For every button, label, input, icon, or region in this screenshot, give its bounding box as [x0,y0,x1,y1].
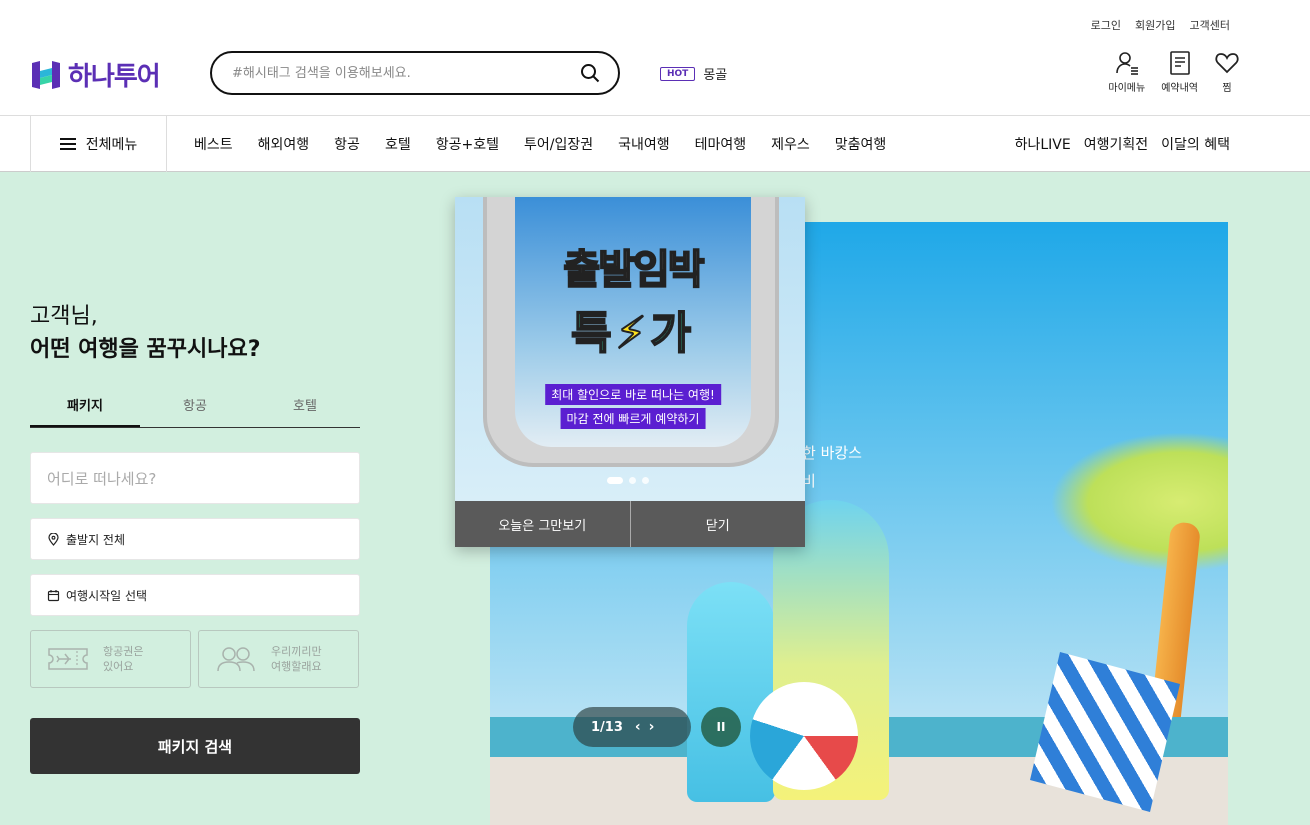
tab-package[interactable]: 패키지 [30,388,140,427]
popup-title-line1: 출발임박 [562,246,705,294]
nav-item-custom[interactable]: 맞춤여행 [835,134,887,154]
wishlist-button[interactable]: 찜 [1214,50,1240,94]
option-private-trip[interactable]: 우리끼리만 여행할래요 [198,630,359,688]
nav-item-monthly-benefits[interactable]: 이달의 혜택 [1161,134,1230,154]
hero-text-line1: 한 바캉스 [802,444,862,462]
logo[interactable]: 하나투어 [30,56,161,93]
nav-item-flight-hotel[interactable]: 항공+호텔 [436,134,499,154]
option-has-ticket-line2: 있어요 [103,660,134,673]
reservation-label: 예약내역 [1161,83,1198,94]
my-menu-label: 마이메뉴 [1108,83,1146,94]
package-search-button[interactable]: 패키지 검색 [30,718,360,774]
nav-item-theme[interactable]: 테마여행 [695,134,747,154]
popup-dot[interactable] [607,477,623,484]
chevron-right-icon[interactable]: › [649,719,655,735]
popup-buttons: 오늘은 그만보기 닫기 [455,501,805,547]
logo-text: 하나투어 [68,62,161,92]
start-date-field[interactable]: 여행시작일 선택 [30,574,360,616]
greeting-line2: 어떤 여행을 꿈꾸시나요? [30,337,261,362]
departure-text: 출발지 전체 [66,532,126,547]
nav-item-best[interactable]: 베스트 [194,134,233,154]
search-bar[interactable] [210,51,620,95]
slide-indicator: 1/13 [591,719,623,735]
nav-item-overseas[interactable]: 해외여행 [258,134,310,154]
hot-keyword-text[interactable]: 몽골 [703,64,727,83]
search-icon[interactable] [580,63,600,83]
palm-leaves-image [1050,432,1228,572]
nav-item-hana-live[interactable]: 하나LIVE [1015,134,1071,154]
tab-hotel[interactable]: 호텔 [250,388,360,427]
hero-text: 한 바캉스 비 [802,439,862,495]
popup-title-char1: 특 [570,307,616,360]
popup-image[interactable]: 출발임박 특⚡가 최대 할인으로 바로 떠나는 여행! 마감 전에 빠르게 예약… [455,197,805,501]
nav-item-promotions[interactable]: 여행기획전 [1084,134,1148,154]
nav-item-hotel[interactable]: 호텔 [385,134,411,154]
option-has-ticket-text: 항공권은 있어요 [103,644,143,674]
nav-item-domestic[interactable]: 국내여행 [618,134,670,154]
signup-link[interactable]: 회원가입 [1135,17,1175,33]
location-pin-icon [48,532,59,546]
customer-center-link[interactable]: 고객센터 [1190,17,1230,33]
search-input[interactable] [232,65,580,81]
hot-keyword[interactable]: HOT 몽골 [660,64,727,83]
greeting-line1: 고객님, [30,304,98,329]
departure-field[interactable]: 출발지 전체 [30,518,360,560]
pause-button[interactable]: II [701,707,741,747]
promo-popup: 출발임박 특⚡가 최대 할인으로 바로 떠나는 여행! 마감 전에 빠르게 예약… [455,197,805,547]
header-icon-group: 마이메뉴 예약내역 찜 [1108,50,1240,94]
nav-item-flight[interactable]: 항공 [334,134,360,154]
hide-today-button[interactable]: 오늘은 그만보기 [455,501,631,547]
popup-line1: 최대 할인으로 바로 떠나는 여행! [545,384,721,405]
login-link[interactable]: 로그인 [1091,17,1121,33]
popup-title-line2: 특⚡가 [531,297,735,361]
option-has-ticket-line1: 항공권은 [103,645,144,658]
nav-right-items: 하나LIVE 여행기획전 이달의 혜택 [1015,116,1230,172]
chevron-left-icon[interactable]: ‹ [635,719,641,735]
user-menu-icon [1115,52,1138,75]
beach-ball-image [750,682,858,790]
close-button[interactable]: 닫기 [630,501,805,547]
popup-dot[interactable] [629,477,636,484]
slide-arrows: ‹ › [635,719,655,735]
popup-pagination [607,477,649,484]
heart-icon [1215,53,1239,74]
greeting: 고객님, 어떤 여행을 꿈꾸시나요? [30,300,260,366]
hamburger-icon [59,138,76,150]
reservation-button[interactable]: 예약내역 [1161,50,1198,94]
option-has-ticket[interactable]: 항공권은 있어요 [30,630,191,688]
popup-title-char2: 가 [649,307,695,360]
hanatour-logo-icon [32,60,60,89]
all-menu-label: 전체메뉴 [85,137,138,153]
option-private-trip-line2: 여행할래요 [271,660,322,673]
start-date-text: 여행시작일 선택 [66,588,148,603]
search-tabs: 패키지 항공 호텔 [30,388,360,428]
document-icon [1169,51,1190,75]
group-icon [217,647,255,672]
nav-item-tour-ticket[interactable]: 투어/입장권 [524,134,593,154]
option-private-trip-text: 우리끼리만 여행할래요 [271,644,322,674]
ticket-icon [48,648,88,670]
wishlist-label: 찜 [1222,83,1232,94]
main-section: 고객님, 어떤 여행을 꿈꾸시나요? 패키지 항공 호텔 어디로 떠나세요? 출… [0,172,1310,825]
my-menu-button[interactable]: 마이메뉴 [1108,50,1145,94]
pause-icon: II [716,720,726,734]
popup-line2: 마감 전에 빠르게 예약하기 [560,408,706,429]
utility-links: 로그인 회원가입 고객센터 [1091,17,1230,33]
tab-flight[interactable]: 항공 [140,388,250,427]
nav-items: 베스트 해외여행 항공 호텔 항공+호텔 투어/입장권 국내여행 테마여행 제우… [194,116,886,172]
hot-badge: HOT [660,66,696,81]
lightning-icon: ⚡ [615,307,651,360]
airplane-window-view: 출발임박 특⚡가 최대 할인으로 바로 떠나는 여행! 마감 전에 빠르게 예약… [515,197,751,447]
nav-item-zeus[interactable]: 제우스 [771,134,810,154]
main-nav: 전체메뉴 베스트 해외여행 항공 호텔 항공+호텔 투어/입장권 국내여행 테마… [0,115,1310,172]
option-private-trip-line1: 우리끼리만 [271,645,322,658]
destination-field[interactable]: 어디로 떠나세요? [30,452,360,504]
destination-placeholder: 어디로 떠나세요? [47,469,157,488]
all-menu-button[interactable]: 전체메뉴 [30,116,167,172]
slider-control: 1/13 ‹ › [573,707,691,747]
hero-text-line2: 비 [802,472,816,490]
calendar-icon [47,589,60,601]
popup-dot[interactable] [642,477,649,484]
